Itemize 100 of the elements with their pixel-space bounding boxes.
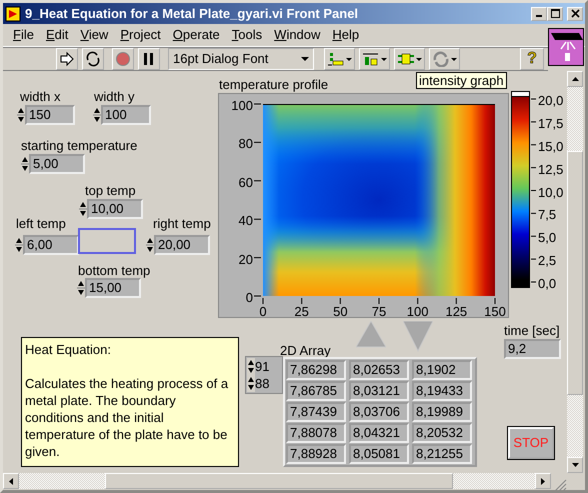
axis-tick-label: 100 (406, 303, 430, 321)
numeric-indicator: 9,2 (504, 339, 561, 359)
scroll-down-button[interactable] (567, 457, 583, 473)
numeric-field[interactable]: 100 (101, 105, 151, 125)
window-title: 9_Heat Equation for a Metal Plate_gyari.vi Front Panel (25, 4, 358, 23)
axis-tick-label: 60 (238, 174, 253, 192)
scrollbar-thumb[interactable] (567, 151, 583, 395)
down-triangle-icon (403, 321, 433, 352)
array-cell: 7,87439 (286, 402, 346, 422)
menu-item[interactable]: Edit (40, 25, 74, 45)
align-objects-icon (327, 51, 345, 67)
numeric-field[interactable]: 6,00 (23, 235, 79, 255)
control-label: time [sec] (504, 322, 560, 340)
minimize-button[interactable] (531, 6, 547, 20)
spinner-icon[interactable] (247, 375, 255, 392)
scale-tick-label: 5,0 (538, 229, 556, 248)
scroll-up-button[interactable] (567, 71, 583, 87)
numeric-field[interactable]: 10,00 (87, 199, 143, 219)
left-arrow-icon (8, 476, 14, 486)
menu-item[interactable]: Help (326, 25, 366, 45)
scale-tick-label: 10,0 (538, 184, 564, 202)
app-icon (5, 6, 21, 22)
axis-tick-label: 75 (370, 303, 388, 321)
pause-button[interactable] (138, 48, 160, 70)
axis-tick-label: 80 (238, 135, 253, 154)
scroll-left-button[interactable] (3, 473, 19, 489)
array-cell: 8,05081 (349, 444, 409, 464)
scale-tick-label: 20,0 (538, 92, 564, 110)
control-label: starting temperature (21, 137, 138, 155)
caret-icon (346, 58, 352, 60)
axis-tick-label: 50 (332, 303, 349, 321)
scale-tick-label: 15,0 (538, 138, 564, 156)
control-label: right temp (153, 215, 211, 233)
down-arrow-icon (570, 462, 580, 468)
array-cell: 8,03706 (349, 402, 409, 422)
array-cell: 8,02653 (349, 360, 409, 380)
array-cell: 8,21255 (412, 444, 472, 464)
menu-item[interactable]: Tools (226, 25, 268, 45)
control-label: width x (20, 88, 60, 106)
control-label: bottom temp (78, 262, 150, 280)
run-continuously-button[interactable] (82, 48, 104, 70)
spinner-icon[interactable] (247, 358, 255, 375)
control-label: width y (94, 88, 134, 106)
array-cell: 7,88078 (286, 423, 346, 443)
resize-button[interactable] (394, 48, 425, 70)
description-text: Heat Equation: Calculates the heating process of a metal plate. The boundary conditions and the initial temperature of the plate have to be given. (21, 337, 239, 467)
menu-item[interactable]: Window (268, 25, 326, 45)
circular-arrows-icon (85, 51, 101, 67)
distribute-objects-icon (362, 51, 380, 67)
numeric-field[interactable]: 20,00 (154, 235, 210, 255)
scale-tick-label: 2,5 (538, 252, 556, 270)
axis-tick-label: 40 (238, 212, 253, 230)
reorder-button[interactable] (429, 48, 460, 70)
distribute-button[interactable] (359, 48, 390, 70)
array-cell: 7,86785 (286, 381, 346, 401)
scroll-right-button[interactable] (535, 473, 551, 489)
axis-tick-label: 25 (293, 303, 310, 321)
font-dropdown[interactable]: 16pt Dialog Font (168, 48, 314, 70)
close-button[interactable] (567, 6, 583, 20)
up-triangle-icon (356, 321, 386, 348)
axis-tick-label: 0 (244, 289, 253, 307)
menu-item[interactable]: Project (114, 25, 167, 45)
control-label: left temp (16, 215, 66, 233)
indicator-box (78, 228, 136, 254)
numeric-field[interactable]: 5,00 (29, 154, 85, 174)
reorder-arrows-icon (432, 51, 450, 67)
axis-tick-label: 150 (483, 303, 507, 321)
resize-objects-icon (397, 51, 415, 67)
array-cell: 7,88928 (286, 444, 346, 464)
run-button[interactable] (56, 48, 78, 70)
abort-button[interactable] (112, 48, 134, 70)
array-cell: 8,04321 (349, 423, 409, 443)
graph-title: temperature profile (219, 76, 328, 94)
numeric-field[interactable]: 150 (25, 105, 75, 125)
array-cell: 8,03121 (349, 381, 409, 401)
scale-tick-label: 0,0 (538, 275, 556, 293)
array-cell: 8,19989 (412, 402, 472, 422)
tooltip: intensity graph (416, 72, 507, 89)
menu-item[interactable]: Operate (166, 25, 226, 45)
stop-circle-icon (115, 51, 131, 67)
scale-tick-label: 7,5 (538, 206, 556, 224)
menu-item[interactable]: File (7, 25, 40, 45)
menu-item[interactable]: View (74, 25, 114, 45)
scrollbar-thumb[interactable] (105, 473, 453, 489)
array-cell: 7,86298 (286, 360, 346, 380)
caret-icon (381, 58, 387, 60)
caret-icon (301, 57, 309, 61)
control-label: top temp (85, 182, 136, 200)
array-cell: 8,20532 (412, 423, 472, 443)
scale-tick-label: 12,5 (538, 160, 564, 179)
align-button[interactable] (324, 48, 355, 70)
run-arrow-icon (59, 51, 75, 67)
caret-icon (451, 58, 457, 60)
caret-icon (416, 58, 422, 60)
maximize-icon (550, 9, 560, 18)
axis-tick-label: 100 (230, 97, 253, 115)
array-label: 2D Array (280, 342, 331, 360)
maximize-button[interactable] (547, 6, 563, 20)
numeric-field[interactable]: 15,00 (85, 278, 141, 298)
up-arrow-icon (570, 76, 580, 82)
